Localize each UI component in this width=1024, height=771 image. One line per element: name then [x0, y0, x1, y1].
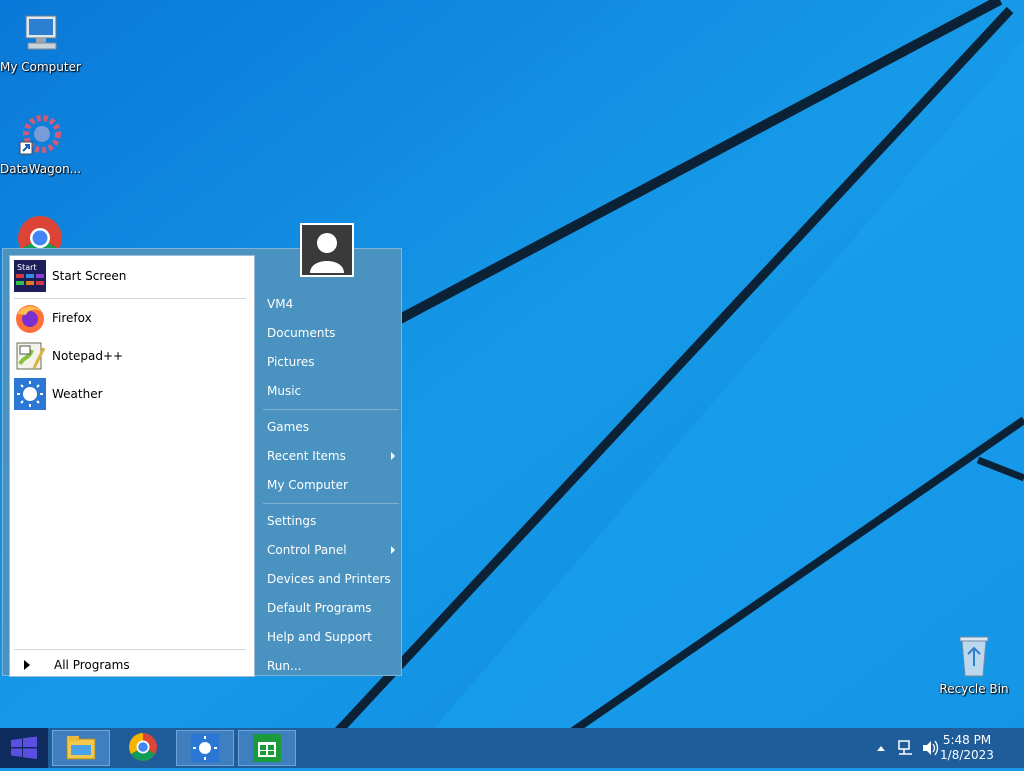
link-label: Run...: [267, 659, 302, 673]
program-label: Weather: [52, 387, 103, 401]
desktop-icon-datawagon[interactable]: DataWagon...: [0, 112, 82, 176]
user-avatar[interactable]: [300, 223, 354, 277]
start-link-devices-printers[interactable]: Devices and Printers: [265, 566, 401, 592]
program-label: Notepad++: [52, 349, 124, 363]
link-label: My Computer: [267, 478, 348, 492]
taskbar-file-explorer[interactable]: [52, 730, 110, 766]
notepad-plus-plus-icon: [14, 340, 46, 372]
desktop-icon-recycle-bin[interactable]: Recycle Bin: [934, 632, 1014, 696]
link-label: Control Panel: [267, 543, 347, 557]
taskbar-clock[interactable]: 5:48 PM 1/8/2023: [932, 733, 1002, 763]
weather-icon: [14, 378, 46, 410]
show-hidden-icons-button[interactable]: [874, 728, 888, 768]
program-weather[interactable]: Weather: [14, 376, 250, 412]
user-icon: [310, 233, 344, 273]
link-label: Recent Items: [267, 449, 346, 463]
link-label: Documents: [267, 326, 336, 340]
clock-date: 1/8/2023: [940, 748, 994, 762]
network-tray-button[interactable]: [896, 728, 916, 768]
all-programs-label: All Programs: [54, 658, 130, 672]
program-notepad-plus-plus[interactable]: Notepad++: [14, 338, 250, 374]
start-link-run[interactable]: Run...: [265, 653, 401, 679]
gear-shortcut-icon: [16, 112, 64, 160]
link-label: Music: [267, 384, 302, 398]
chevron-up-icon: [877, 746, 885, 751]
start-link-settings[interactable]: Settings: [265, 508, 401, 534]
firefox-icon: [14, 302, 46, 334]
program-start-screen[interactable]: Start Start Screen: [14, 258, 250, 294]
link-label: Default Programs: [267, 601, 372, 615]
program-label: Start Screen: [52, 269, 127, 283]
link-label: Settings: [267, 514, 317, 528]
link-label: Help and Support: [267, 630, 372, 644]
network-icon: [898, 740, 912, 755]
divider: [14, 298, 246, 299]
program-label: Firefox: [52, 311, 92, 325]
start-screen-icon: Start: [14, 260, 46, 292]
link-label: Games: [267, 420, 309, 434]
start-link-control-panel[interactable]: Control Panel: [265, 537, 401, 563]
start-link-pictures[interactable]: Pictures: [265, 349, 401, 375]
taskbar-chrome[interactable]: [114, 730, 172, 766]
submenu-arrow-icon: [391, 546, 395, 554]
all-programs-button[interactable]: All Programs: [16, 654, 250, 676]
divider: [263, 409, 399, 410]
chrome-icon: [129, 733, 157, 761]
start-link-recent-items[interactable]: Recent Items: [265, 443, 401, 469]
program-firefox[interactable]: Firefox: [14, 300, 250, 336]
link-label: VM4: [267, 297, 294, 311]
start-link-documents[interactable]: Documents: [265, 320, 401, 346]
desktop-icon-label: DataWagon...: [0, 162, 82, 176]
taskbar: 5:48 PM 1/8/2023: [0, 728, 1024, 768]
start-link-music[interactable]: Music: [265, 378, 401, 404]
windows-logo-icon: [11, 736, 37, 759]
taskbar-store[interactable]: [238, 730, 296, 766]
folder-icon: [66, 736, 96, 760]
svg-text:Start: Start: [17, 263, 37, 272]
start-menu-programs-pane: Start Start Screen Firefox Notepad++ Wea…: [9, 255, 255, 677]
start-menu: Start Start Screen Firefox Notepad++ Wea…: [2, 248, 402, 679]
start-link-games[interactable]: Games: [265, 414, 401, 440]
weather-icon: [191, 734, 219, 762]
desktop-icon-label: Recycle Bin: [939, 682, 1009, 696]
divider: [263, 503, 399, 504]
computer-icon: [16, 10, 64, 58]
store-icon: [253, 734, 281, 762]
recycle-bin-icon: [950, 632, 998, 680]
start-link-help-support[interactable]: Help and Support: [265, 624, 401, 650]
start-link-user[interactable]: VM4: [265, 291, 401, 317]
link-label: Devices and Printers: [267, 572, 391, 586]
desktop-icon-my-computer[interactable]: My Computer: [0, 10, 81, 74]
submenu-arrow-icon: [391, 452, 395, 460]
link-label: Pictures: [267, 355, 315, 369]
start-button[interactable]: [0, 728, 48, 768]
taskbar-weather[interactable]: [176, 730, 234, 766]
triangle-right-icon: [24, 660, 30, 670]
start-link-default-programs[interactable]: Default Programs: [265, 595, 401, 621]
clock-time: 5:48 PM: [942, 733, 992, 747]
divider: [14, 649, 246, 650]
start-link-my-computer[interactable]: My Computer: [265, 472, 401, 498]
desktop-icon-label: My Computer: [0, 60, 81, 74]
